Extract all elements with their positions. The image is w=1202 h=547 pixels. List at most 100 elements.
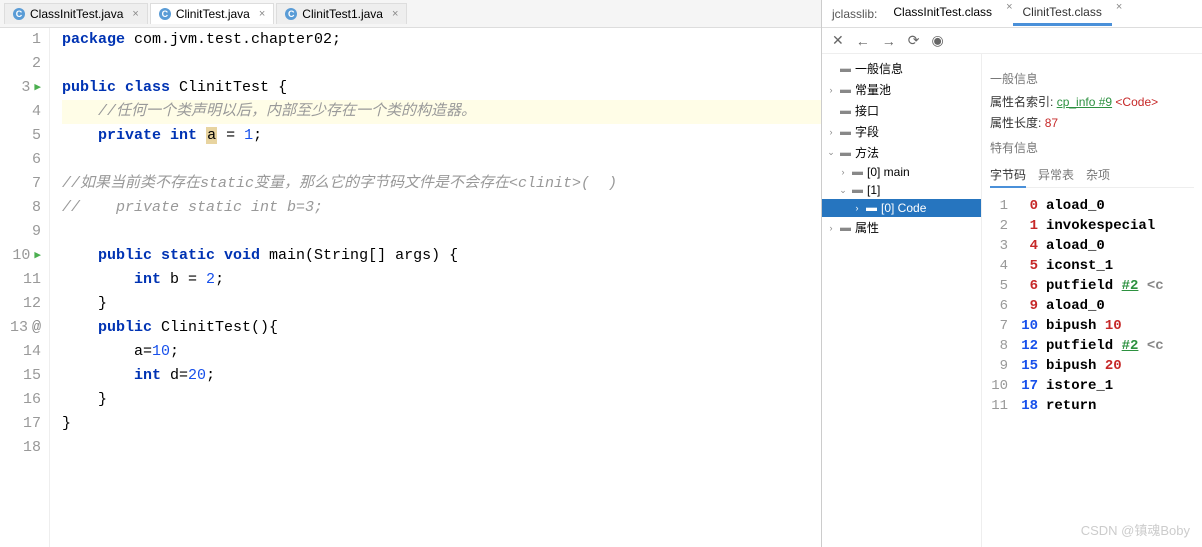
- code-area[interactable]: 123▶45678910▶111213@1415161718 package c…: [0, 28, 821, 547]
- chevron-icon[interactable]: ›: [826, 223, 836, 233]
- editor-tabs-bar: CClassInitTest.java×CClinitTest.java×CCl…: [0, 0, 821, 28]
- tree-item[interactable]: ▬ 一般信息: [822, 58, 981, 79]
- tab-label: ClinitTest1.java: [302, 7, 383, 21]
- code-line[interactable]: public static void main(String[] args) {: [62, 244, 821, 268]
- tree-label: 一般信息: [855, 60, 903, 77]
- tree-item[interactable]: ›▬属性: [822, 217, 981, 238]
- class-tab[interactable]: ClinitTest.class: [1013, 1, 1112, 26]
- chevron-icon[interactable]: ›: [852, 203, 862, 213]
- detail-tab[interactable]: 字节码: [990, 166, 1026, 188]
- code-line[interactable]: [62, 436, 821, 460]
- toolbar-icon[interactable]: ←: [856, 33, 870, 49]
- close-icon[interactable]: ×: [132, 8, 138, 20]
- editor-tab[interactable]: CClinitTest.java×: [150, 3, 274, 24]
- code-line[interactable]: //任何一个类声明以后，内部至少存在一个类的构造器。: [62, 100, 821, 124]
- folder-icon: ▬: [840, 222, 851, 234]
- tree-label: [0] Code: [881, 201, 926, 215]
- detail-tabs: 字节码异常表杂项: [990, 166, 1194, 188]
- folder-icon: ▬: [840, 84, 851, 96]
- detail-panel: 一般信息 属性名索引: cp_info #9 <Code> 属性长度: 87 特…: [982, 54, 1202, 547]
- jclasslib-panel: jclasslib: ClassInitTest.class×ClinitTes…: [822, 0, 1202, 547]
- close-icon[interactable]: ×: [259, 8, 265, 20]
- chevron-icon[interactable]: ›: [826, 127, 836, 137]
- code-line[interactable]: [62, 220, 821, 244]
- section-general: 一般信息: [990, 70, 1194, 87]
- tab-label: ClassInitTest.java: [30, 7, 123, 21]
- code-line[interactable]: int d=20;: [62, 364, 821, 388]
- run-icon[interactable]: ▶: [34, 76, 41, 100]
- gutter-line: 8: [0, 196, 41, 220]
- bytecode-row: 710bipush 10: [990, 316, 1194, 336]
- tree-label: 方法: [855, 144, 879, 161]
- code-line[interactable]: a=10;: [62, 340, 821, 364]
- tree-label: 接口: [855, 102, 879, 119]
- toolbar-icon[interactable]: ⟳: [908, 32, 920, 49]
- toolbar-icon[interactable]: →: [882, 33, 896, 49]
- code-line[interactable]: private int a = 1;: [62, 124, 821, 148]
- code-line[interactable]: public class ClinitTest {: [62, 76, 821, 100]
- gutter-line: 18: [0, 436, 41, 460]
- tree-item[interactable]: ⌄ ▬ [1]: [822, 181, 981, 199]
- editor-tab[interactable]: CClinitTest1.java×: [276, 3, 407, 24]
- toolbar-icon[interactable]: ✕: [832, 32, 844, 49]
- tree-label: [1]: [867, 183, 880, 197]
- code-line[interactable]: }: [62, 292, 821, 316]
- folder-icon: ▬: [866, 202, 877, 214]
- tree-panel[interactable]: ▬一般信息›▬常量池▬接口›▬字段⌄▬方法›▬[0] main⌄▬[1] ›▬[…: [822, 54, 982, 547]
- code-line[interactable]: int b = 2;: [62, 268, 821, 292]
- editor-tab[interactable]: CClassInitTest.java×: [4, 3, 148, 24]
- gutter-line: 5: [0, 124, 41, 148]
- code-line[interactable]: [62, 52, 821, 76]
- gutter-line: 11: [0, 268, 41, 292]
- run-icon[interactable]: ▶: [34, 244, 41, 268]
- class-tab[interactable]: ClassInitTest.class: [883, 1, 1002, 26]
- bytecode-row: 56putfield #2 <c: [990, 276, 1194, 296]
- cp-ref-link[interactable]: #2: [1122, 278, 1139, 294]
- tree-item[interactable]: ›▬字段: [822, 121, 981, 142]
- code-line[interactable]: package com.jvm.test.chapter02;: [62, 28, 821, 52]
- bytecode-row: 1118return: [990, 396, 1194, 416]
- bytecode-list: 10aload_021invokespecial34aload_045icons…: [990, 196, 1194, 416]
- gutter-line: 9: [0, 220, 41, 244]
- bytecode-row: 69aload_0: [990, 296, 1194, 316]
- code-line[interactable]: }: [62, 412, 821, 436]
- close-icon[interactable]: ×: [1116, 1, 1122, 26]
- code-line[interactable]: public ClinitTest(){: [62, 316, 821, 340]
- chevron-icon[interactable]: ⌄: [838, 185, 848, 196]
- override-icon[interactable]: @: [32, 316, 41, 340]
- gutter-line: 2: [0, 52, 41, 76]
- gutter-line: 7: [0, 172, 41, 196]
- tree-item[interactable]: › ▬ [0] Code: [822, 199, 981, 217]
- toolbar-icon[interactable]: ◉: [931, 32, 943, 49]
- code-line[interactable]: }: [62, 388, 821, 412]
- gutter-line: 12: [0, 292, 41, 316]
- chevron-icon[interactable]: ›: [826, 85, 836, 95]
- gutter-line: 13@: [0, 316, 41, 340]
- folder-icon: ▬: [840, 63, 851, 75]
- editor-panel: CClassInitTest.java×CClinitTest.java×CCl…: [0, 0, 822, 547]
- cp-info-link[interactable]: cp_info #9: [1057, 95, 1112, 109]
- code-line[interactable]: //如果当前类不存在static变量，那么它的字节码文件是不会存在<clinit…: [62, 172, 821, 196]
- tree-item[interactable]: ⌄ ▬ 方法: [822, 142, 981, 163]
- right-header: jclasslib: ClassInitTest.class×ClinitTes…: [822, 0, 1202, 28]
- tree-item[interactable]: ›▬常量池: [822, 79, 981, 100]
- folder-icon: ▬: [840, 105, 851, 117]
- code-content[interactable]: package com.jvm.test.chapter02; public cl…: [50, 28, 821, 547]
- tree-item[interactable]: ›▬[0] main: [822, 163, 981, 181]
- code-line[interactable]: // private static int b=3;: [62, 196, 821, 220]
- prop-attr-length: 属性长度: 87: [990, 114, 1194, 131]
- bytecode-row: 21invokespecial: [990, 216, 1194, 236]
- cp-ref-link[interactable]: #2: [1122, 338, 1139, 354]
- detail-tab[interactable]: 杂项: [1086, 166, 1110, 183]
- chevron-icon[interactable]: ⌄: [826, 147, 836, 158]
- java-icon: C: [159, 8, 171, 20]
- folder-icon: ▬: [840, 147, 851, 159]
- code-line[interactable]: [62, 148, 821, 172]
- bytecode-row: 915bipush 20: [990, 356, 1194, 376]
- gutter-line: 10▶: [0, 244, 41, 268]
- close-icon[interactable]: ×: [392, 8, 398, 20]
- detail-tab[interactable]: 异常表: [1038, 166, 1074, 183]
- folder-icon: ▬: [852, 184, 863, 196]
- chevron-icon[interactable]: ›: [838, 167, 848, 177]
- tree-item[interactable]: ▬ 接口: [822, 100, 981, 121]
